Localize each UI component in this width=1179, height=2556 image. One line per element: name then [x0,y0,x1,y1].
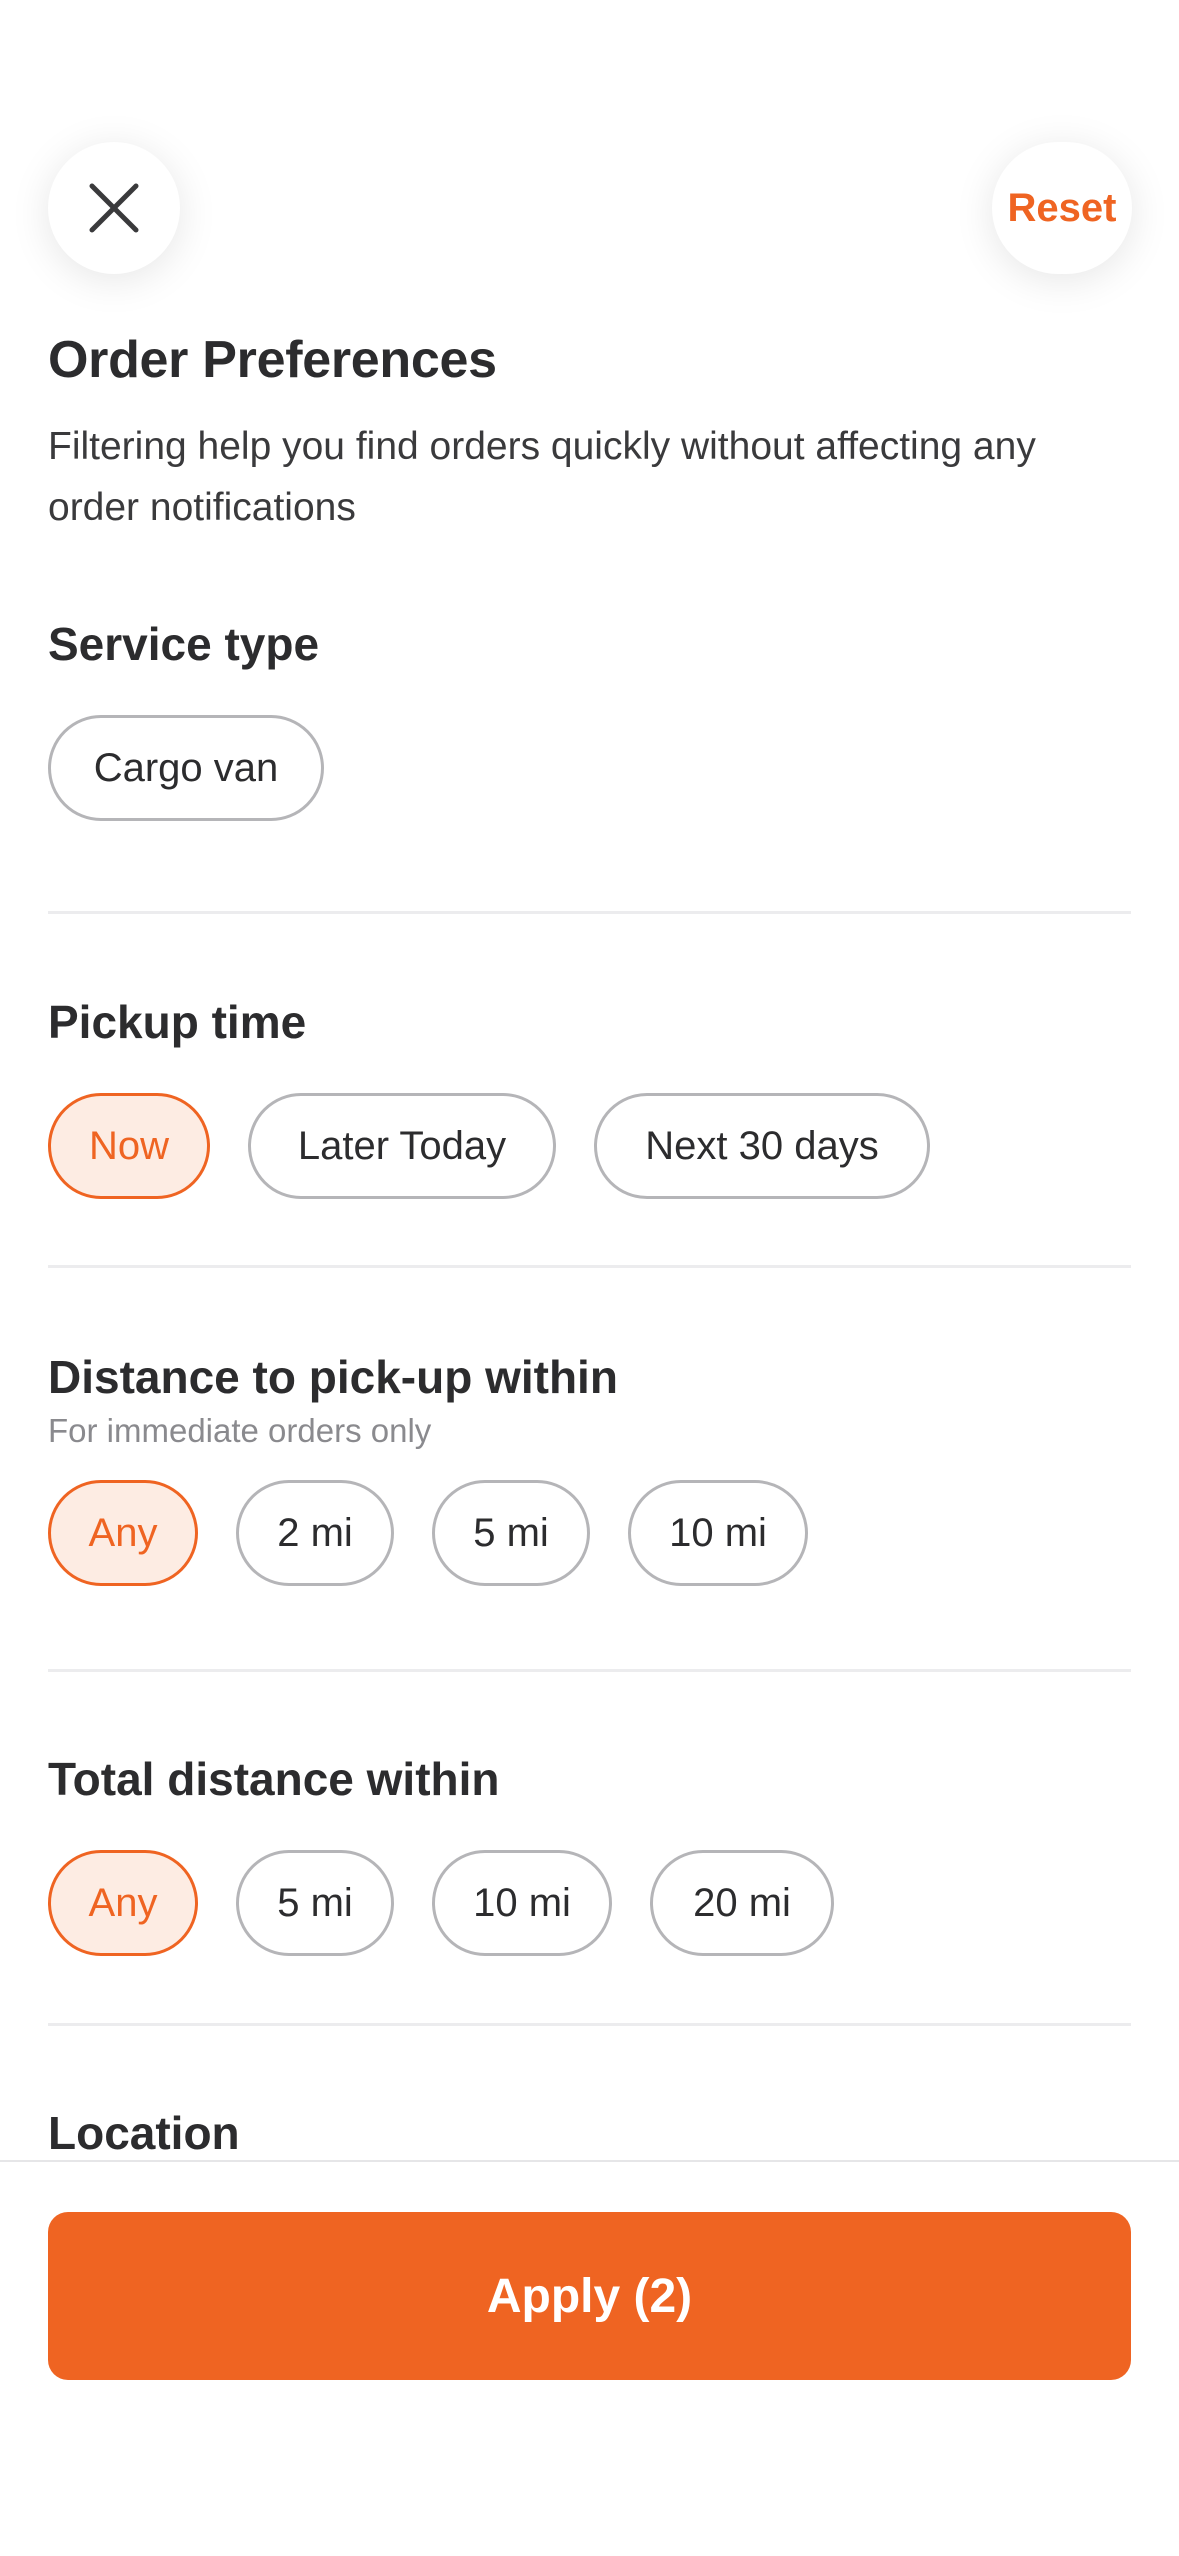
pickup-distance-title: Distance to pick-up within [48,1351,618,1403]
apply-button[interactable]: Apply (2) [48,2212,1131,2380]
close-button[interactable] [48,142,180,274]
intro: Order Preferences Filtering help you fin… [48,330,1131,538]
divider [48,1265,1131,1268]
chip-pickup-any[interactable]: Any [48,1480,198,1586]
pickup-time-title: Pickup time [48,996,307,1048]
divider [48,1669,1131,1672]
chip-total-5mi[interactable]: 5 mi [236,1850,394,1956]
top-bar: Reset [0,0,1179,320]
total-distance-title: Total distance within [48,1753,500,1805]
pickup-distance-subtitle: For immediate orders only [48,1412,432,1449]
location-section: Location [48,2106,1131,2160]
service-type-section: Service type Cargo van [48,617,1131,821]
total-distance-section: Total distance within Any 5 mi 10 mi 20 … [48,1752,1131,1956]
chip-next-30-days[interactable]: Next 30 days [594,1093,930,1199]
reset-button[interactable]: Reset [992,142,1132,274]
chip-pickup-10mi[interactable]: 10 mi [628,1480,808,1586]
chip-total-any[interactable]: Any [48,1850,198,1956]
divider [48,2023,1131,2026]
chip-total-20mi[interactable]: 20 mi [650,1850,834,1956]
chip-cargo-van[interactable]: Cargo van [48,715,324,821]
divider [48,911,1131,914]
chip-later-today[interactable]: Later Today [248,1093,556,1199]
page-subtitle: Filtering help you find orders quickly w… [48,425,1036,529]
pickup-time-section: Pickup time Now Later Today Next 30 days [48,995,1131,1199]
location-title: Location [48,2107,240,2159]
chip-pickup-2mi[interactable]: 2 mi [236,1480,394,1586]
service-type-title: Service type [48,618,320,670]
bottom-bar: Apply (2) [0,2160,1179,2556]
chip-now[interactable]: Now [48,1093,210,1199]
page-title: Order Preferences [48,331,497,389]
close-icon [89,183,139,233]
chip-total-10mi[interactable]: 10 mi [432,1850,612,1956]
pickup-distance-section: Distance to pick-up within For immediate… [48,1350,1131,1586]
chip-pickup-5mi[interactable]: 5 mi [432,1480,590,1586]
